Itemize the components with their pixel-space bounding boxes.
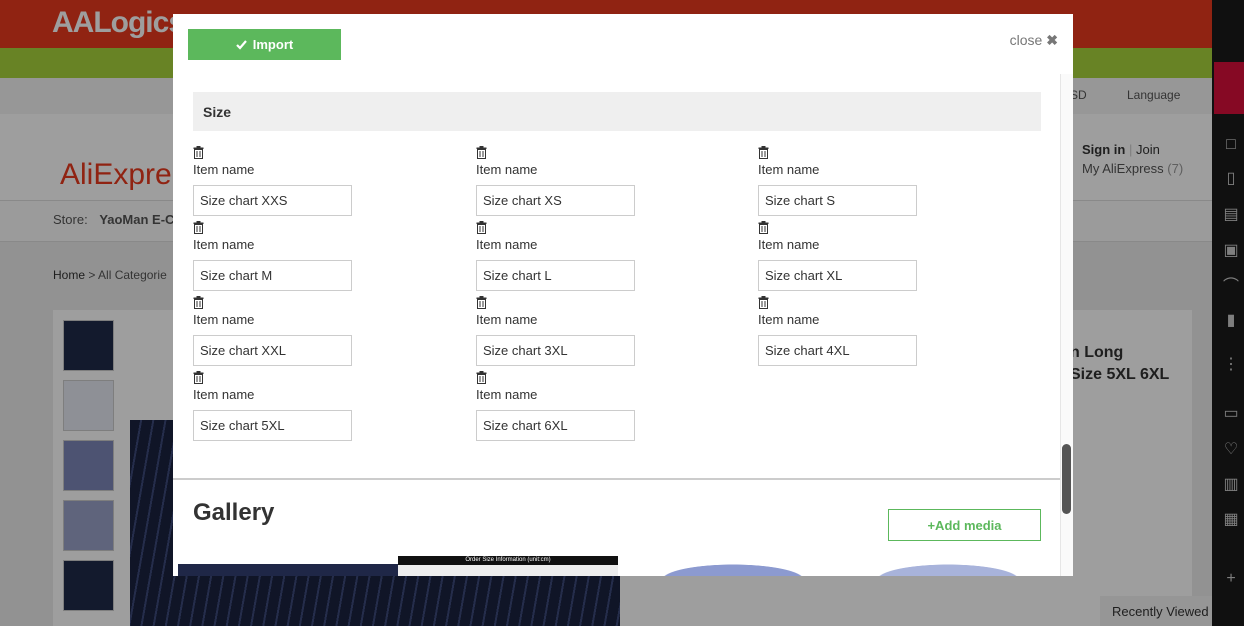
gallery-divider	[173, 478, 1060, 480]
close-icon: ✖	[1046, 32, 1058, 48]
item-name-label: Item name	[193, 237, 255, 252]
item-name-label: Item name	[476, 312, 538, 327]
item-name-input[interactable]	[476, 260, 635, 291]
import-button-label: Import	[252, 37, 294, 52]
item-name-input[interactable]	[476, 410, 635, 441]
gallery-image-caption: Order Size Information (unit:cm)	[465, 557, 551, 563]
item-name-label: Item name	[193, 387, 255, 402]
gallery-title: Gallery	[193, 499, 275, 526]
gallery-image[interactable]	[178, 556, 398, 576]
trash-icon[interactable]	[758, 221, 769, 234]
item-name-label: Item name	[476, 387, 538, 402]
gallery-image[interactable]: Order Size Information (unit:cm)	[398, 556, 618, 576]
item-name-label: Item name	[758, 162, 820, 177]
trash-icon[interactable]	[476, 146, 487, 159]
item-name-label: Item name	[476, 162, 538, 177]
trash-icon[interactable]	[193, 296, 204, 309]
item-name-label: Item name	[476, 237, 538, 252]
gallery-image[interactable]	[838, 556, 1058, 576]
add-media-button[interactable]: +Add media	[888, 509, 1041, 541]
trash-icon[interactable]	[758, 296, 769, 309]
item-name-input[interactable]	[193, 410, 352, 441]
trash-icon[interactable]	[476, 221, 487, 234]
gallery-image[interactable]	[623, 556, 843, 576]
item-name-input[interactable]	[758, 260, 917, 291]
item-name-input[interactable]	[758, 185, 917, 216]
close-label: close	[1009, 32, 1043, 48]
item-name-input[interactable]	[193, 185, 352, 216]
close-button[interactable]: close ✖	[1010, 32, 1058, 49]
item-name-label: Item name	[758, 237, 820, 252]
item-name-label: Item name	[193, 162, 255, 177]
trash-icon[interactable]	[193, 146, 204, 159]
import-button[interactable]: Import	[188, 29, 341, 60]
check-icon	[235, 39, 247, 50]
trash-icon[interactable]	[758, 146, 769, 159]
trash-icon[interactable]	[193, 371, 204, 384]
item-name-input[interactable]	[193, 260, 352, 291]
item-name-input[interactable]	[193, 335, 352, 366]
modal-scrollbar-thumb[interactable]	[1062, 444, 1071, 514]
item-name-input[interactable]	[476, 335, 635, 366]
import-modal: Import close✖ Size Item name Item name Ite…	[173, 14, 1073, 576]
trash-icon[interactable]	[476, 371, 487, 384]
gallery-image-table	[398, 565, 618, 576]
modal-scroll-area[interactable]: Size Item name Item name Item name Item nam…	[173, 74, 1073, 478]
trash-icon[interactable]	[476, 296, 487, 309]
item-name-input[interactable]	[476, 185, 635, 216]
size-section-header: Size	[193, 92, 1041, 131]
item-name-label: Item name	[758, 312, 820, 327]
item-name-input[interactable]	[758, 335, 917, 366]
item-name-label: Item name	[193, 312, 255, 327]
trash-icon[interactable]	[193, 221, 204, 234]
